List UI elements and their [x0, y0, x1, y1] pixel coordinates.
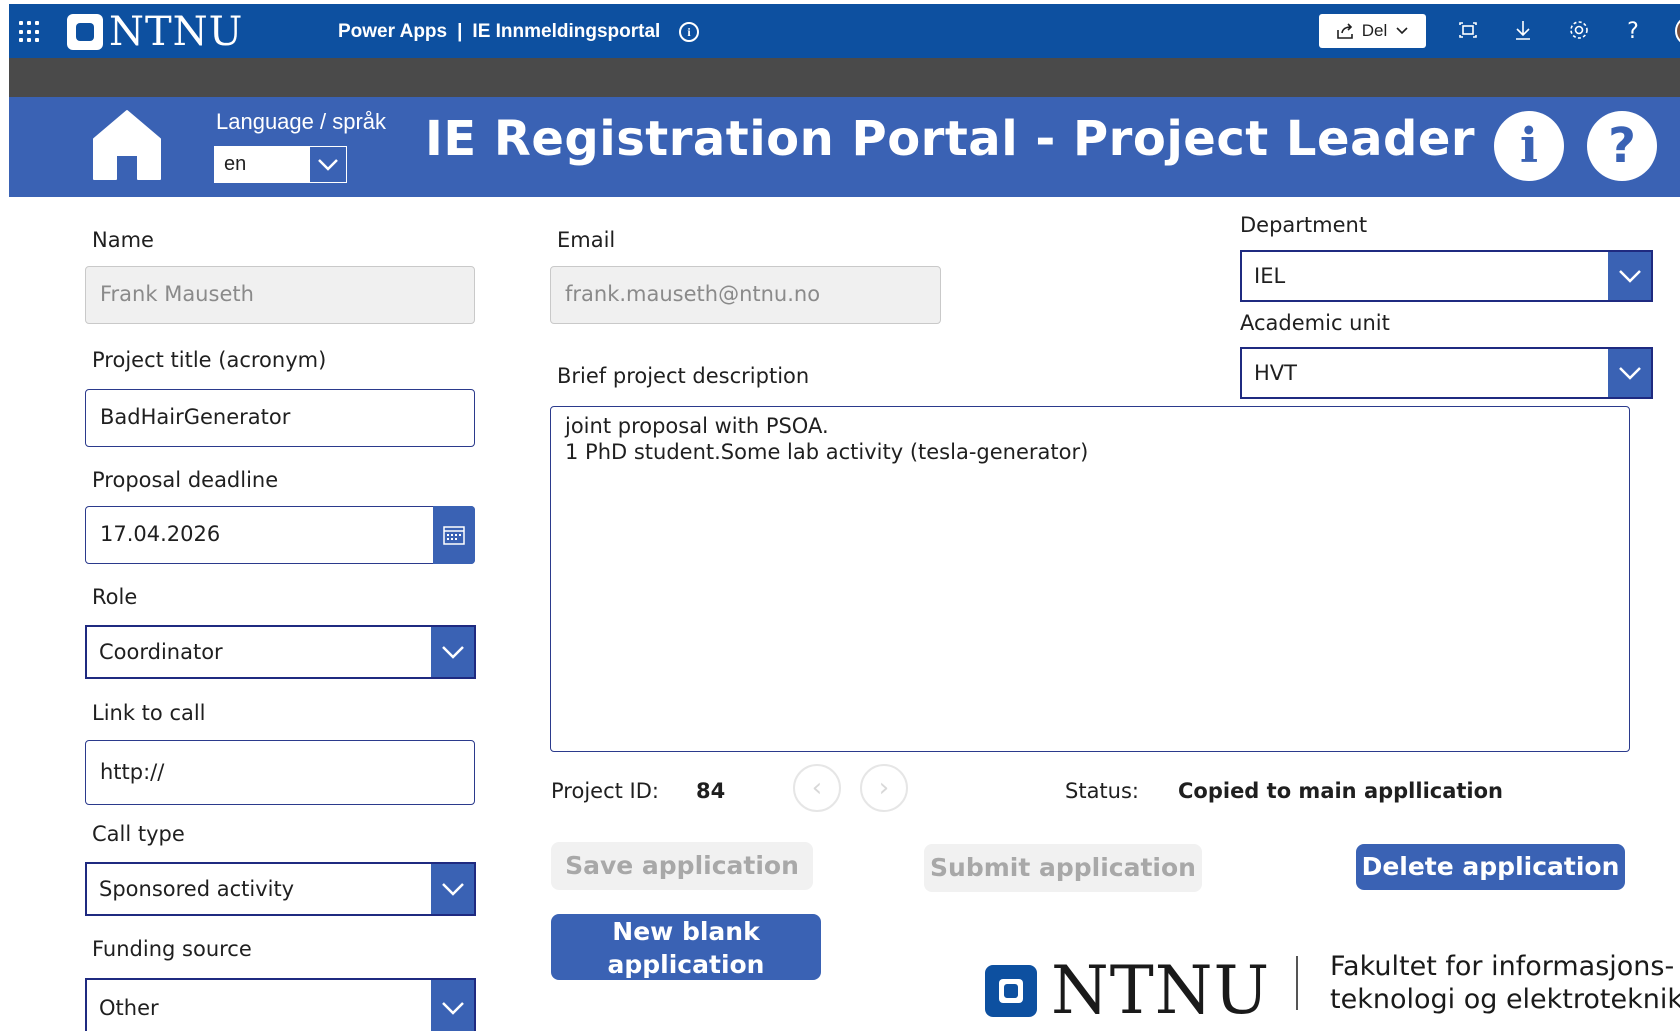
email-label: Email: [557, 228, 616, 252]
status-value: Copied to main appllication: [1178, 779, 1504, 803]
department-dropdown[interactable]: IEL: [1240, 250, 1653, 302]
academic-unit-dropdown[interactable]: HVT: [1240, 347, 1653, 399]
settings-icon[interactable]: [1565, 18, 1593, 46]
breadcrumb-separator: |: [457, 21, 463, 42]
chevron-down-icon: [431, 864, 474, 914]
faculty-line: teknologi og elektroteknikk: [1330, 984, 1680, 1015]
link-label: Link to call: [92, 701, 206, 725]
next-icon[interactable]: ›: [860, 764, 908, 812]
home-icon[interactable]: [92, 109, 162, 181]
app-name: Power Apps: [338, 21, 448, 42]
calendar-icon: [443, 526, 465, 545]
download-icon[interactable]: [1509, 18, 1537, 46]
role-dropdown[interactable]: Coordinator: [85, 625, 476, 679]
role-label: Role: [92, 585, 138, 609]
share-icon: [1336, 23, 1353, 39]
project-title-label: Project title (acronym): [92, 348, 327, 372]
description-textarea[interactable]: joint proposal with PSOA. 1 PhD student.…: [550, 406, 1630, 752]
calendar-button[interactable]: [433, 506, 475, 564]
academic-unit-value: HVT: [1254, 361, 1297, 385]
info-button[interactable]: i: [1494, 111, 1564, 181]
funding-value: Other: [99, 996, 159, 1020]
previous-icon[interactable]: ‹: [793, 764, 841, 812]
chevron-down-icon: [1608, 252, 1651, 300]
new-button-line: New blank: [612, 917, 760, 946]
fit-screen-icon[interactable]: [1454, 18, 1482, 46]
command-bar: [9, 58, 1680, 97]
call-type-dropdown[interactable]: Sponsored activity: [85, 862, 476, 916]
description-line: joint proposal with PSOA.: [565, 414, 829, 438]
page-title: IE Registration Portal - Project Leader: [425, 111, 1476, 167]
info-icon[interactable]: i: [679, 22, 699, 42]
call-type-label: Call type: [92, 822, 185, 846]
ntnu-logo-text: NTNU: [109, 9, 244, 55]
name-label: Name: [92, 228, 154, 252]
status-label: Status:: [1065, 779, 1139, 803]
project-id-value: 84: [696, 779, 726, 803]
ntnu-logo-text: NTNU: [1051, 952, 1271, 1029]
delete-button[interactable]: Delete application: [1356, 844, 1625, 890]
save-button[interactable]: Save application: [551, 842, 813, 890]
role-value: Coordinator: [99, 640, 223, 664]
chevron-down-icon: [431, 627, 474, 677]
funding-dropdown[interactable]: Other: [85, 978, 476, 1031]
app-breadcrumb: Power Apps | IE Innmeldingsportal: [338, 21, 660, 43]
description-label: Brief project description: [557, 364, 810, 388]
chevron-down-icon: [431, 980, 474, 1031]
call-type-value: Sponsored activity: [99, 877, 295, 901]
suite-bar: NTNU Power Apps | IE Innmeldingsportal i…: [9, 4, 1680, 58]
faculty-name: Fakultet for informasjons- teknologi og …: [1330, 950, 1680, 1016]
department-value: IEL: [1254, 264, 1286, 288]
link-field[interactable]: http://: [85, 740, 475, 805]
chevron-down-icon: [1608, 349, 1651, 397]
help-icon: ?: [1608, 118, 1636, 174]
page-name: IE Innmeldingsportal: [472, 21, 661, 42]
academic-unit-label: Academic unit: [1240, 311, 1390, 335]
new-blank-application-button[interactable]: New blank application: [551, 914, 821, 980]
submit-button[interactable]: Submit application: [924, 844, 1202, 892]
language-value: en: [224, 153, 247, 175]
help-icon[interactable]: ?: [1619, 18, 1647, 46]
waffle-icon[interactable]: [19, 21, 41, 43]
help-button[interactable]: ?: [1587, 111, 1657, 181]
faculty-line: Fakultet for informasjons-: [1330, 951, 1675, 982]
deadline-field[interactable]: 17.04.2026: [85, 506, 475, 564]
ntnu-footer-logo: NTNU: [985, 952, 1270, 1029]
project-title-field[interactable]: BadHairGenerator: [85, 389, 475, 447]
footer-divider: [1296, 956, 1298, 1010]
app-header: Language / språk en IE Registration Port…: [9, 97, 1680, 197]
chevron-down-icon: [309, 146, 347, 183]
language-dropdown[interactable]: en: [214, 146, 347, 183]
share-label: Del: [1361, 21, 1388, 40]
department-label: Department: [1240, 213, 1368, 237]
chevron-down-icon: [1396, 27, 1408, 35]
share-button[interactable]: Del: [1319, 14, 1426, 48]
email-field: frank.mauseth@ntnu.no: [550, 266, 941, 324]
info-icon: i: [1519, 118, 1539, 174]
language-label: Language / språk: [216, 109, 387, 134]
new-button-line: application: [607, 950, 765, 979]
ntnu-logo-mark: [67, 14, 103, 50]
ntnu-logo-mark: [985, 964, 1037, 1017]
name-field: Frank Mauseth: [85, 266, 475, 324]
funding-label: Funding source: [92, 937, 252, 961]
description-line: 1 PhD student.Some lab activity (tesla-g…: [565, 440, 1089, 464]
avatar[interactable]: [1675, 16, 1680, 46]
project-id-label: Project ID:: [551, 779, 659, 803]
ntnu-logo: NTNU: [67, 9, 244, 55]
deadline-label: Proposal deadline: [92, 468, 279, 492]
